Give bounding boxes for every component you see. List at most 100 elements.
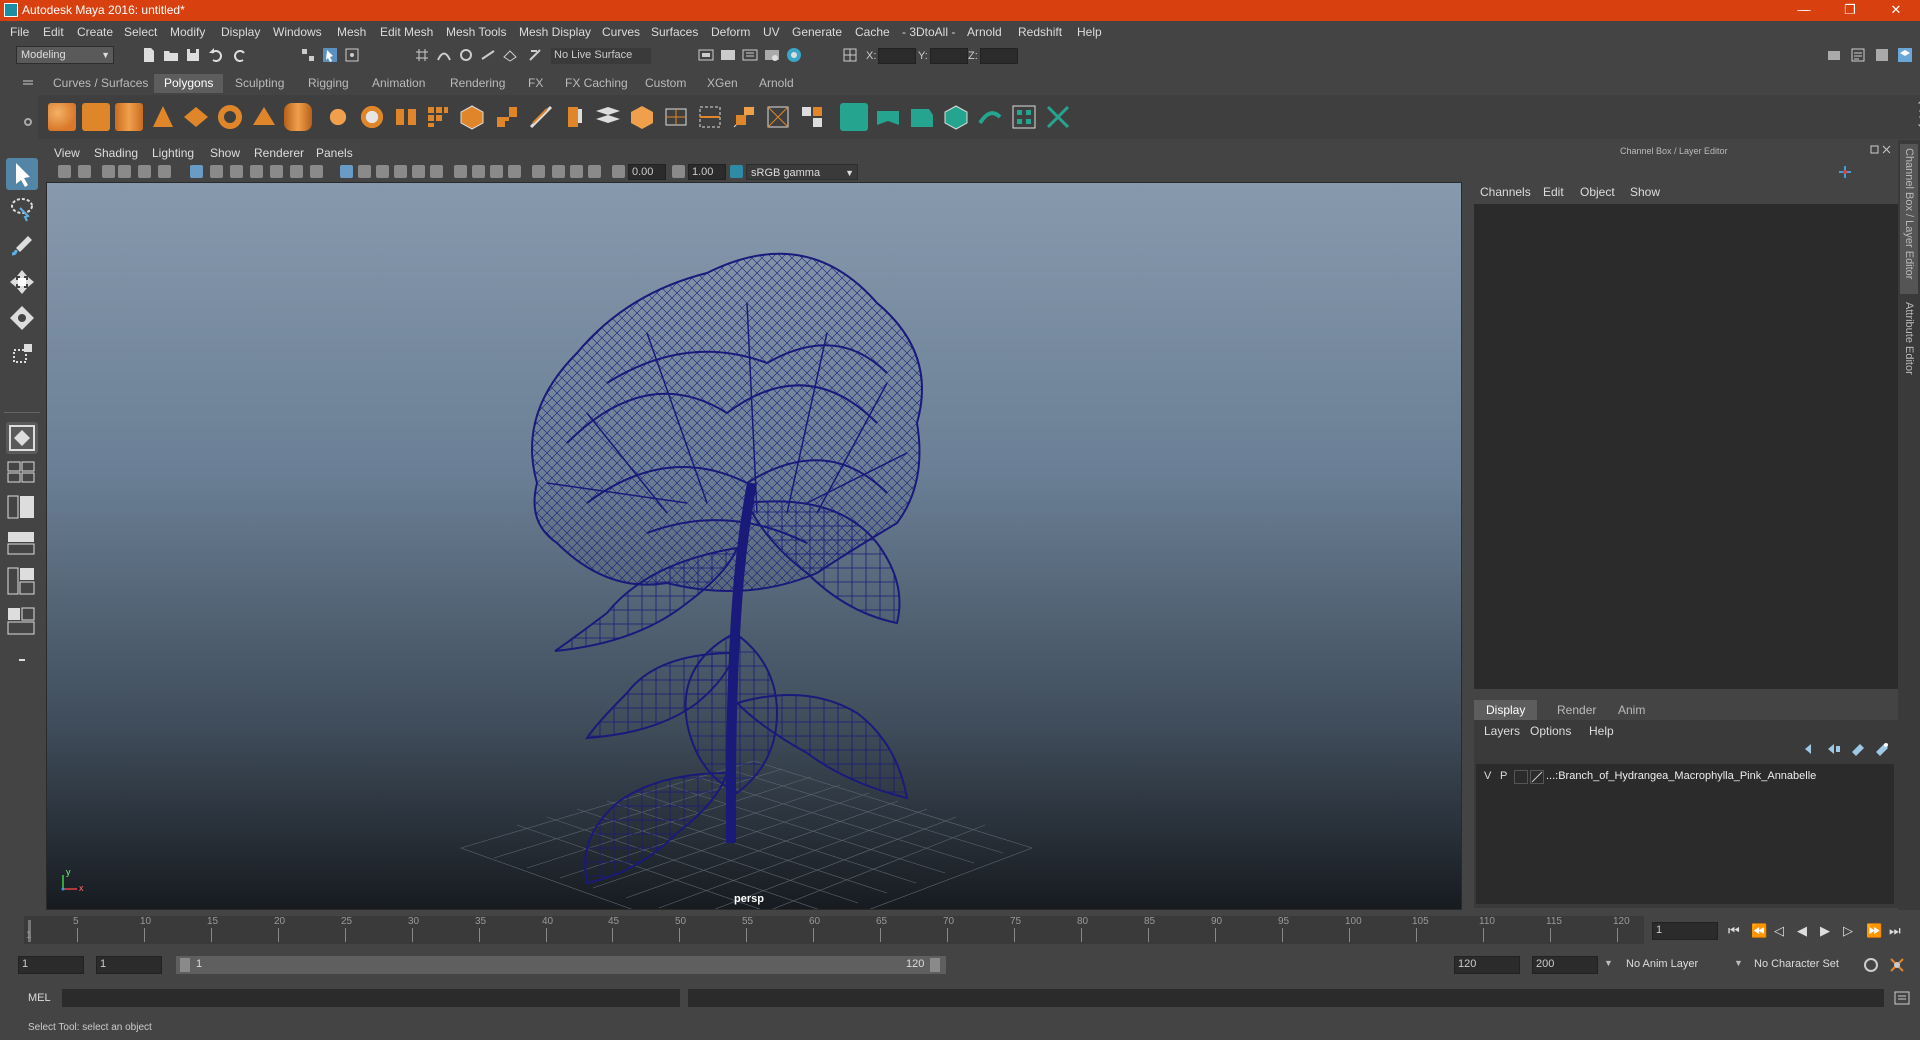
- undo-icon[interactable]: [208, 47, 224, 63]
- character-set-dropdown[interactable]: No Character Set: [1750, 956, 1868, 974]
- uv-spherical-map-icon[interactable]: [908, 103, 936, 131]
- live-surface-field[interactable]: No Live Surface: [551, 48, 651, 64]
- chevron-down-icon[interactable]: ▼: [1734, 958, 1743, 968]
- textured-icon[interactable]: [394, 165, 407, 178]
- toolbox-more-icon[interactable]: [6, 648, 38, 672]
- persp-graph-layout-icon[interactable]: [6, 530, 38, 556]
- snap-view-plane-icon[interactable]: [480, 47, 496, 63]
- isolate-select-icon[interactable]: [532, 165, 545, 178]
- resolution-gate-icon[interactable]: [230, 165, 243, 178]
- channel-box-icon[interactable]: [1897, 47, 1913, 63]
- uv-auto-map-icon[interactable]: [942, 103, 970, 131]
- snap-surface-icon[interactable]: [502, 47, 518, 63]
- command-language-label[interactable]: MEL: [28, 992, 51, 1004]
- side-tab-attribute-editor[interactable]: Attribute Editor: [1900, 298, 1918, 388]
- close-button[interactable]: ✕: [1873, 0, 1919, 21]
- range-slider[interactable]: 1 120: [176, 956, 946, 974]
- xray-components-icon[interactable]: [588, 165, 601, 178]
- maximize-button[interactable]: ❐: [1827, 0, 1873, 21]
- play-backwards-icon[interactable]: ◀: [1797, 923, 1807, 939]
- snap-grid-icon[interactable]: [414, 47, 430, 63]
- menu-surfaces[interactable]: Surfaces: [651, 25, 698, 39]
- two-d-pan-zoom-icon[interactable]: [138, 165, 151, 178]
- layer-tab-render[interactable]: Render: [1545, 700, 1608, 720]
- scale-tool-icon[interactable]: [6, 338, 38, 370]
- shelf-tab-fx[interactable]: FX: [518, 74, 553, 93]
- step-back-frame-icon[interactable]: ⏪: [1751, 923, 1767, 939]
- range-end-handle[interactable]: [930, 958, 940, 972]
- step-forward-key-icon[interactable]: ▷: [1843, 923, 1853, 939]
- shelf-scroll-icon[interactable]: [1916, 97, 1920, 133]
- snap-point-icon[interactable]: [458, 47, 474, 63]
- menu-arnold[interactable]: Arnold: [967, 25, 1002, 39]
- extrude-icon[interactable]: [560, 103, 588, 131]
- new-layer-selected-icon[interactable]: [1874, 742, 1890, 756]
- menu-edit[interactable]: Edit: [43, 25, 64, 39]
- poly-cylinder-icon[interactable]: [115, 103, 143, 131]
- render-current-frame-icon[interactable]: [720, 47, 736, 63]
- hypershade-layout-icon[interactable]: [6, 566, 38, 596]
- target-weld-icon[interactable]: [764, 103, 792, 131]
- modeling-toolkit-icon[interactable]: [1826, 47, 1842, 63]
- menu-windows[interactable]: Windows: [273, 25, 322, 39]
- menu-select[interactable]: Select: [124, 25, 157, 39]
- shelf-tab-rendering[interactable]: Rendering: [440, 74, 515, 93]
- make-live-icon[interactable]: [527, 47, 543, 63]
- safe-title-icon[interactable]: [310, 165, 323, 178]
- menu-cache[interactable]: Cache: [855, 25, 890, 39]
- shelf-tab-animation[interactable]: Animation: [362, 74, 435, 93]
- side-tab-channel-box[interactable]: Channel Box / Layer Editor: [1900, 144, 1918, 294]
- channel-box-list[interactable]: [1474, 204, 1898, 689]
- layer-help-menu[interactable]: Help: [1589, 724, 1614, 738]
- range-start-handle[interactable]: [180, 958, 190, 972]
- select-tool-icon[interactable]: [6, 158, 38, 190]
- shelf-tab-sculpting[interactable]: Sculpting: [225, 74, 294, 93]
- shelf-tab-fx-caching[interactable]: FX Caching: [555, 74, 638, 93]
- menu-redshift[interactable]: Redshift: [1018, 25, 1062, 39]
- menu-help[interactable]: Help: [1077, 25, 1102, 39]
- menu-curves[interactable]: Curves: [602, 25, 640, 39]
- menu-modify[interactable]: Modify: [170, 25, 205, 39]
- multi-cut-icon[interactable]: [527, 103, 555, 131]
- menu-create[interactable]: Create: [77, 25, 113, 39]
- poly-torus-icon[interactable]: [216, 103, 244, 131]
- move-tool-icon[interactable]: [6, 266, 38, 298]
- ipr-render-icon[interactable]: [742, 47, 758, 63]
- move-layer-up-icon[interactable]: [1803, 742, 1819, 756]
- animation-start-field[interactable]: 1: [18, 956, 84, 974]
- animation-preferences-icon[interactable]: [1888, 956, 1906, 974]
- perspective-viewport[interactable]: y x persp: [46, 182, 1462, 910]
- uv-planar-map-icon[interactable]: [840, 103, 868, 131]
- menu-edit-mesh[interactable]: Edit Mesh: [380, 25, 433, 39]
- x-coord-field[interactable]: [878, 48, 916, 64]
- menu-mesh-tools[interactable]: Mesh Tools: [446, 25, 506, 39]
- current-frame-field[interactable]: 1: [1652, 922, 1718, 940]
- playback-end-field[interactable]: 120: [1454, 956, 1520, 974]
- new-scene-icon[interactable]: [141, 47, 157, 63]
- channels-menu[interactable]: Channels: [1480, 185, 1531, 199]
- grid-toggle-icon[interactable]: [190, 165, 203, 178]
- fill-hole-icon[interactable]: [662, 103, 690, 131]
- render-view-icon[interactable]: [698, 47, 714, 63]
- minimize-button[interactable]: —: [1781, 0, 1827, 21]
- viewport-menu-panels[interactable]: Panels: [316, 146, 353, 160]
- select-by-hierarchy-icon[interactable]: [300, 47, 316, 63]
- layer-display-type-toggle[interactable]: [1514, 770, 1528, 784]
- extract-icon[interactable]: [392, 103, 420, 131]
- layer-row[interactable]: V P ...:Branch_of_Hydrangea_Macrophylla_…: [1476, 766, 1894, 786]
- smooth-shading-icon[interactable]: [358, 165, 371, 178]
- layers-menu[interactable]: Layers: [1484, 724, 1520, 738]
- viewport-menu-shading[interactable]: Shading: [94, 146, 138, 160]
- z-coord-field[interactable]: [980, 48, 1018, 64]
- color-management-icon[interactable]: [730, 165, 743, 178]
- attribute-editor-icon[interactable]: [1850, 47, 1866, 63]
- persp-outliner-layout-icon[interactable]: [6, 494, 38, 520]
- shelf-settings-icon[interactable]: [20, 100, 36, 136]
- menu-mesh-display[interactable]: Mesh Display: [519, 25, 591, 39]
- go-to-end-icon[interactable]: ⏭: [1889, 923, 1901, 939]
- shelf-tab-custom[interactable]: Custom: [635, 74, 696, 93]
- anim-layer-dropdown[interactable]: No Anim Layer: [1622, 956, 1734, 974]
- smooth-icon[interactable]: [424, 103, 452, 131]
- screen-space-ao-icon[interactable]: [454, 165, 467, 178]
- play-forwards-icon[interactable]: ▶: [1820, 923, 1830, 939]
